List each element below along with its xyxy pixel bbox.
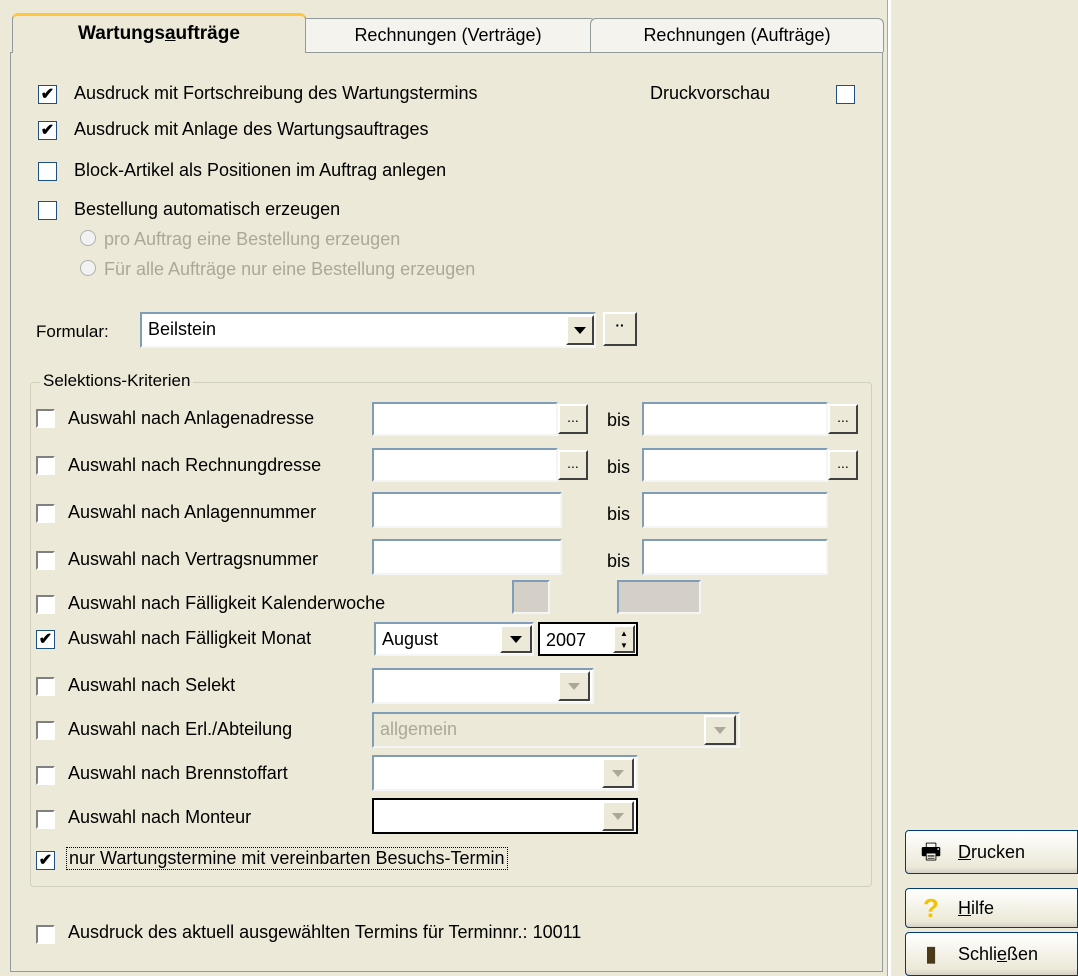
formular-label: Formular: (36, 322, 109, 341)
radio-alle-auftraege-label: Für alle Aufträge nur eine Bestellung er… (104, 259, 476, 279)
besuchs-termin-checkbox[interactable]: ✔ (36, 851, 55, 870)
year-value: 2007 (546, 630, 587, 650)
kalenderwoche-from-input[interactable] (512, 580, 550, 614)
chevron-down-icon[interactable] (558, 671, 590, 701)
kalenderwoche-label: Auswahl nach Fälligkeit Kalenderwoche (68, 593, 386, 613)
monat-checkbox[interactable]: ✔ (36, 630, 55, 649)
block-artikel-label: Block-Artikel als Positionen im Auftrag … (74, 160, 447, 180)
chevron-down-icon[interactable] (566, 315, 594, 345)
bis-label: bis (607, 410, 631, 430)
termin-label: Ausdruck des aktuell ausgewählten Termin… (68, 922, 582, 942)
brennstoffart-label: Auswahl nach Brennstoffart (68, 763, 288, 783)
printer-icon: 🖶 (920, 839, 942, 864)
monat-label: Auswahl nach Fälligkeit Monat (68, 628, 312, 648)
tab-rechnungen-auftraege[interactable]: Rechnungen (Aufträge) (590, 18, 884, 52)
monteur-checkbox[interactable] (36, 810, 55, 829)
chevron-down-icon[interactable] (704, 715, 736, 745)
question-icon: ? (923, 893, 939, 923)
fortschreibung-checkbox[interactable]: ✔ (38, 85, 57, 104)
chevron-down-icon[interactable] (602, 758, 634, 788)
anlagennummer-checkbox[interactable] (36, 504, 55, 523)
radio-pro-auftrag[interactable] (80, 230, 96, 246)
abteilung-label: Auswahl nach Erl./Abteilung (68, 719, 293, 739)
monteur-label: Auswahl nach Monteur (68, 807, 252, 827)
selektion-legend: Selektions-Kriterien (40, 371, 194, 391)
druckvorschau-label: Druckvorschau (650, 83, 771, 103)
chevron-down-icon[interactable] (602, 801, 634, 831)
kalenderwoche-to-input[interactable] (617, 580, 701, 614)
year-spin-arrows-icon[interactable]: ▲ ▼ (613, 625, 635, 653)
radio-alle-auftraege[interactable] (80, 260, 96, 276)
drucken-button[interactable]: 🖶 Drucken (905, 830, 1078, 874)
anlagennummer-to-input[interactable] (642, 492, 828, 528)
rechnungadresse-to-browse[interactable]: ... (828, 450, 858, 480)
brennstoffart-select[interactable] (372, 755, 638, 791)
vertragsnummer-checkbox[interactable] (36, 551, 55, 570)
tab-rechnungen-vertraege[interactable]: Rechnungen (Verträge) (300, 18, 596, 52)
formular-value: Beilstein (148, 319, 217, 339)
block-artikel-checkbox[interactable] (38, 162, 57, 181)
anlagennummer-label: Auswahl nach Anlagennummer (68, 502, 317, 522)
anlagenadresse-checkbox[interactable] (36, 409, 55, 428)
chevron-down-icon[interactable] (500, 625, 532, 653)
anlage-label: Ausdruck mit Anlage des Wartungsauftrage… (74, 119, 429, 139)
anlagennummer-from-input[interactable] (372, 492, 562, 528)
fortschreibung-label: Ausdruck mit Fortschreibung des Wartungs… (74, 83, 478, 103)
rechnungadresse-from-browse[interactable]: ... (558, 450, 588, 480)
anlagenadresse-from-browse[interactable]: ... (558, 404, 588, 434)
anlagenadresse-to-input[interactable] (642, 402, 828, 436)
rechnungadresse-to-input[interactable] (642, 448, 828, 482)
bis-label: bis (607, 457, 631, 477)
tab-wartungsauftraege[interactable]: Wartungsaufträge (12, 13, 306, 53)
monteur-select[interactable] (372, 798, 638, 834)
vertragsnummer-label: Auswahl nach Vertragsnummer (68, 549, 319, 569)
monat-value: August (382, 629, 439, 649)
vertragsnummer-to-input[interactable] (642, 539, 828, 575)
rechnungadresse-checkbox[interactable] (36, 456, 55, 475)
bestellung-checkbox[interactable] (38, 201, 57, 220)
hilfe-button[interactable]: ? Hilfe (905, 888, 1078, 928)
brennstoffart-checkbox[interactable] (36, 766, 55, 785)
abteilung-value: allgemein (380, 719, 458, 739)
besuchs-termin-label: nur Wartungstermine mit vereinbarten Bes… (66, 847, 508, 870)
selekt-checkbox[interactable] (36, 677, 55, 696)
rechnungadresse-from-input[interactable] (372, 448, 558, 482)
termin-checkbox[interactable] (36, 925, 55, 944)
selekt-label: Auswahl nach Selekt (68, 675, 236, 695)
rechnungadresse-label: Auswahl nach Rechnungdresse (68, 455, 322, 475)
bis-label: bis (607, 551, 631, 571)
bis-label: bis (607, 504, 631, 524)
formular-select[interactable]: Beilstein (140, 312, 596, 348)
anlage-checkbox[interactable]: ✔ (38, 121, 57, 140)
radio-pro-auftrag-label: pro Auftrag eine Bestellung erzeugen (104, 229, 401, 249)
kalenderwoche-checkbox[interactable] (36, 595, 55, 614)
exit-door-icon: ▮ (924, 941, 938, 966)
druckvorschau-checkbox[interactable] (836, 85, 855, 104)
formular-dots-button[interactable]: ·· (603, 312, 637, 346)
abteilung-checkbox[interactable] (36, 721, 55, 740)
panel-divider (887, 0, 891, 976)
anlagenadresse-from-input[interactable] (372, 402, 558, 436)
anlagenadresse-to-browse[interactable]: ... (828, 404, 858, 434)
abteilung-select[interactable]: allgemein (372, 712, 740, 748)
vertragsnummer-from-input[interactable] (372, 539, 562, 575)
anlagenadresse-label: Auswahl nach Anlagenadresse (68, 408, 315, 428)
bestellung-label: Bestellung automatisch erzeugen (74, 199, 341, 219)
schliessen-button[interactable]: ▮ Schließen (905, 932, 1078, 976)
